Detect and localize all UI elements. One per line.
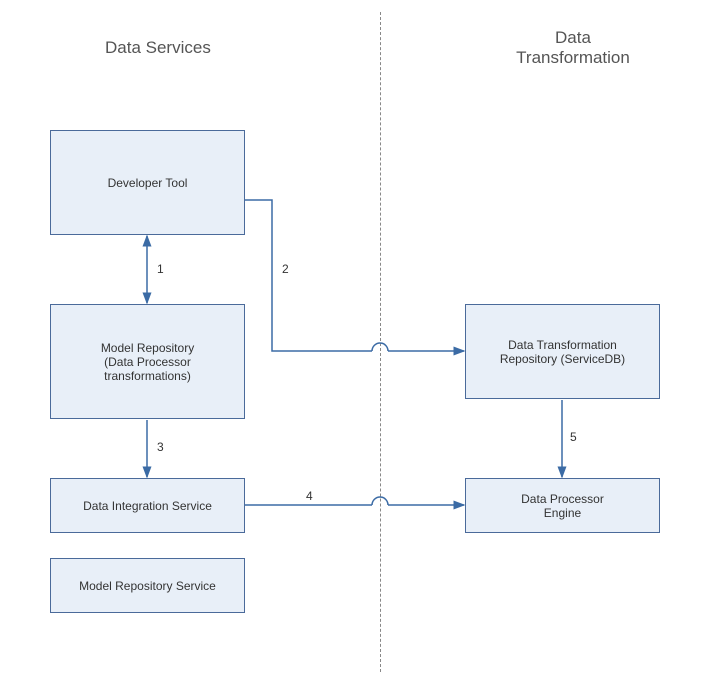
edge-label-2: 2 bbox=[282, 262, 289, 276]
edge-label-5: 5 bbox=[570, 430, 577, 444]
edge-2 bbox=[245, 200, 372, 351]
section-header-right: Data Transformation bbox=[503, 28, 643, 68]
box-label: Data Transformation Repository (ServiceD… bbox=[500, 338, 625, 366]
section-header-left: Data Services bbox=[105, 38, 211, 58]
edge-label-4: 4 bbox=[306, 489, 313, 503]
box-model-repository-service: Model Repository Service bbox=[50, 558, 245, 613]
box-data-transformation-repo: Data Transformation Repository (ServiceD… bbox=[465, 304, 660, 399]
edge-label-1: 1 bbox=[157, 262, 164, 276]
box-developer-tool: Developer Tool bbox=[50, 130, 245, 235]
box-data-processor-engine: Data Processor Engine bbox=[465, 478, 660, 533]
box-label: Data Processor Engine bbox=[521, 492, 604, 520]
vertical-divider bbox=[380, 12, 381, 672]
box-label: Model Repository Service bbox=[79, 579, 216, 593]
box-label: Data Integration Service bbox=[83, 499, 212, 513]
box-data-integration-service: Data Integration Service bbox=[50, 478, 245, 533]
box-model-repository: Model Repository (Data Processor transfo… bbox=[50, 304, 245, 419]
edge-label-3: 3 bbox=[157, 440, 164, 454]
box-label: Developer Tool bbox=[108, 176, 188, 190]
box-label: Model Repository (Data Processor transfo… bbox=[101, 341, 194, 383]
